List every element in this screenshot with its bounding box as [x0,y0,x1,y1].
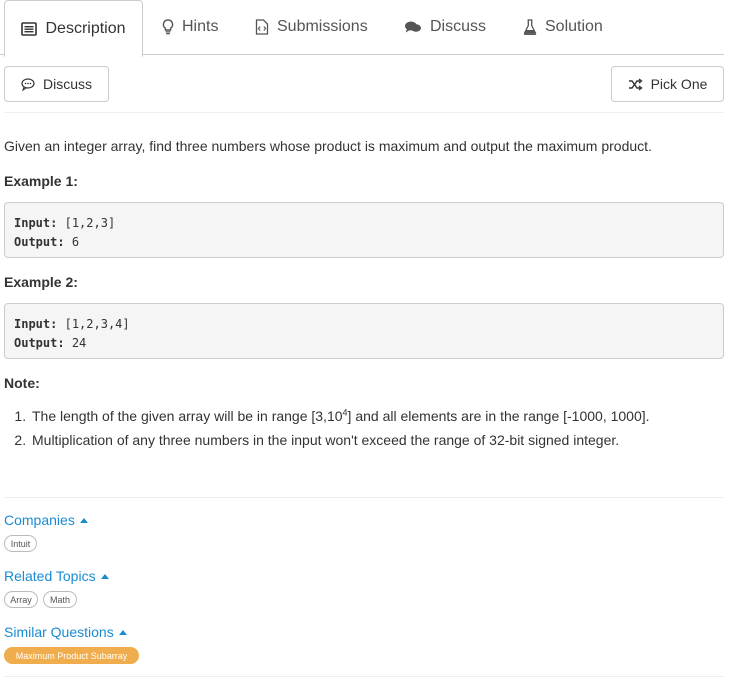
output-value: 24 [71,336,87,350]
caret-up-icon [118,629,127,635]
input-value: [1,2,3] [64,216,116,230]
notes-list: The length of the given array will be in… [4,404,729,452]
tab-hints[interactable]: Hints [162,0,218,54]
comment-icon [21,77,35,91]
tab-label: Description [45,19,126,37]
input-value: [1,2,3,4] [64,317,130,331]
comments-icon [404,20,422,34]
tab-solution[interactable]: Solution [523,0,603,54]
tag-array[interactable]: Array [4,591,38,608]
code-file-icon [255,19,269,35]
pick-one-button-label: Pick One [650,76,708,92]
list-item: Multiplication of any three numbers in t… [30,428,729,452]
pick-one-button[interactable]: Pick One [611,66,724,102]
discuss-button-label: Discuss [42,76,92,92]
divider [4,676,724,677]
companies-label: Companies [4,512,75,528]
tab-discuss[interactable]: Discuss [404,0,486,54]
related-topics-label: Related Topics [4,568,96,584]
caret-up-icon [100,573,109,579]
note-text: ] and all elements are in the range [-10… [347,408,650,424]
example-1-heading: Example 1: [4,173,78,189]
example-2-code: Input: [1,2,3,4] Output: 24 [4,303,724,359]
tab-bar: Description Hints Submissions Discuss So… [0,0,724,57]
note-text: Multiplication of any three numbers in t… [32,432,620,448]
shuffle-icon [628,77,643,91]
output-value: 6 [71,235,80,249]
note-text: The length of the given array will be in… [32,408,343,424]
input-label: Input: [14,216,58,230]
tag-maximum-product-subarray[interactable]: Maximum Product Subarray [4,647,139,664]
problem-statement: Given an integer array, find three numbe… [4,138,652,154]
tag-math[interactable]: Math [43,591,77,608]
related-topics-toggle[interactable]: Related Topics [4,568,109,584]
tab-description[interactable]: Description [4,0,143,57]
caret-up-icon [79,517,88,523]
example-2-heading: Example 2: [4,274,78,290]
similar-questions-toggle[interactable]: Similar Questions [4,624,127,640]
divider [4,497,724,498]
example-1-code: Input: [1,2,3] Output: 6 [4,202,724,258]
divider [4,112,724,113]
lightbulb-icon [162,19,174,35]
output-label: Output: [14,235,65,249]
tab-label: Submissions [277,18,368,35]
discuss-button[interactable]: Discuss [4,66,109,102]
tab-label: Discuss [430,18,487,35]
tab-label: Hints [182,18,219,35]
tab-label: Solution [545,18,603,35]
flask-icon [523,19,537,35]
input-label: Input: [14,317,58,331]
note-heading: Note: [4,375,40,391]
similar-questions-label: Similar Questions [4,624,114,640]
tab-submissions[interactable]: Submissions [255,0,368,54]
companies-toggle[interactable]: Companies [4,512,88,528]
tag-intuit[interactable]: Intuit [4,535,37,552]
description-icon [21,21,38,36]
output-label: Output: [14,336,65,350]
list-item: The length of the given array will be in… [30,404,729,428]
